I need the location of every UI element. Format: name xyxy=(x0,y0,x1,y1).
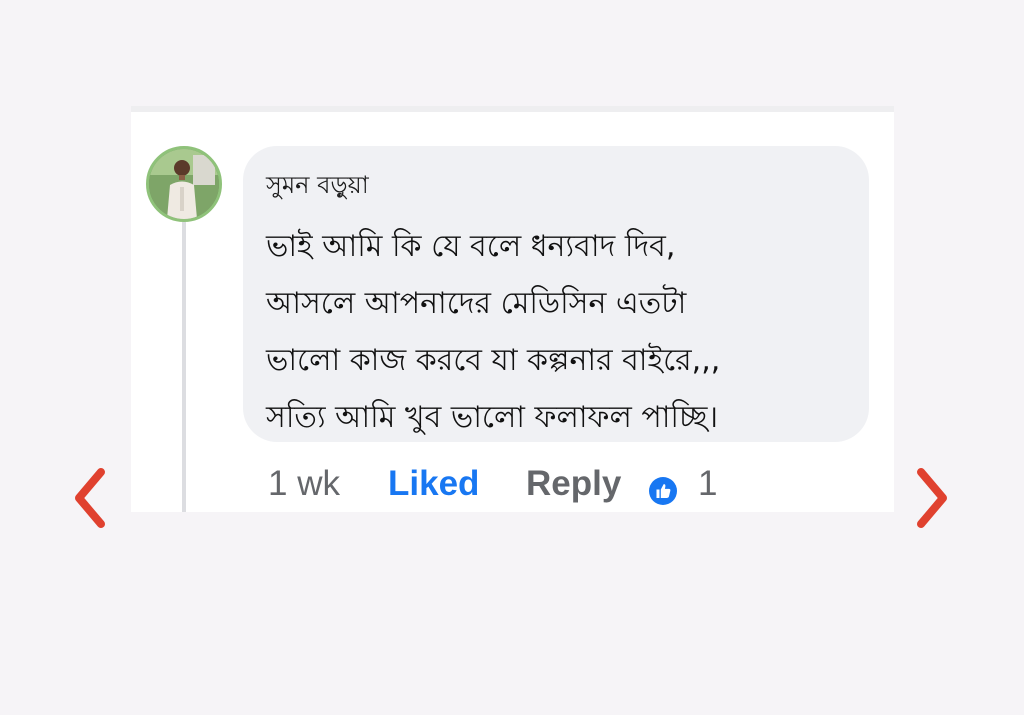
chevron-right-icon[interactable] xyxy=(914,466,950,530)
comment-line-3: ভালো কাজ করবে যা কল্পনার বাইরে,,, xyxy=(266,343,721,378)
card-divider xyxy=(131,106,894,112)
thumbs-up-icon[interactable] xyxy=(648,476,678,506)
comment-card: সুমন বড়ুয়া ভাই আমি কি যে বলে ধন্যবাদ দ… xyxy=(131,106,894,512)
comment-line-4: সত্যি আমি খুব ভালো ফলাফল পাচ্ছি। xyxy=(266,400,719,435)
comment-timestamp[interactable]: 1 wk xyxy=(268,462,340,506)
comment-text: ভাই আমি কি যে বলে ধন্যবাদ দিব, আসলে আপনা… xyxy=(266,218,720,446)
comment-line-1: ভাই আমি কি যে বলে ধন্যবাদ দিব, xyxy=(266,229,676,264)
reply-thread-line xyxy=(182,222,186,512)
avatar[interactable] xyxy=(146,146,222,222)
reaction-count[interactable]: 1 xyxy=(698,462,717,506)
chevron-left-icon[interactable] xyxy=(72,466,108,530)
liked-button[interactable]: Liked xyxy=(388,462,479,506)
avatar-photo xyxy=(149,149,219,219)
comment-bubble: সুমন বড়ুয়া ভাই আমি কি যে বলে ধন্যবাদ দ… xyxy=(243,146,869,442)
comment-line-2: আসলে আপনাদের মেডিসিন এতটা xyxy=(266,286,687,321)
reply-button[interactable]: Reply xyxy=(526,462,621,506)
comment-author[interactable]: সুমন বড়ুয়া xyxy=(266,168,369,202)
